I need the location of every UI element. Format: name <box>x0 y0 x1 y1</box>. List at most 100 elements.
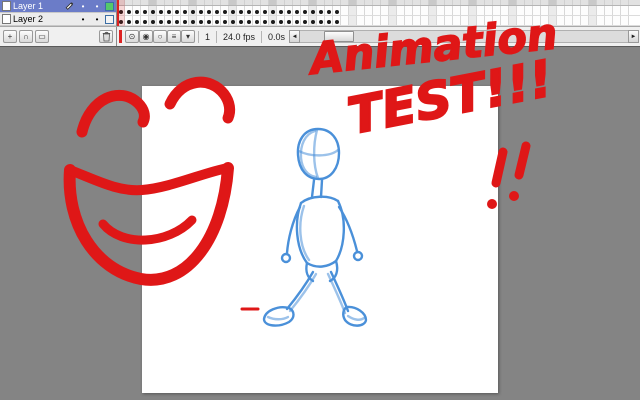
frame-cell[interactable] <box>589 16 597 25</box>
frame-cell[interactable] <box>205 6 213 15</box>
frame-cell[interactable] <box>525 16 533 25</box>
frame-cell[interactable] <box>405 16 413 25</box>
modify-onion-markers-button[interactable]: ▾ <box>181 30 195 44</box>
frame-cell[interactable] <box>277 16 285 25</box>
layer-row-2[interactable]: Layer 2 • • <box>0 13 116 26</box>
frame-cell[interactable] <box>197 6 205 15</box>
frame-cell[interactable] <box>181 6 189 15</box>
frame-cell[interactable] <box>541 6 549 15</box>
frame-cell[interactable] <box>477 16 485 25</box>
frame-cell[interactable] <box>597 6 605 15</box>
frame-cell[interactable] <box>309 16 317 25</box>
frame-cell[interactable] <box>405 6 413 15</box>
frame-cell[interactable] <box>469 6 477 15</box>
frame-cell[interactable] <box>333 16 341 25</box>
frame-cell[interactable] <box>141 6 149 15</box>
layer-outline-swatch[interactable] <box>105 14 114 24</box>
frame-cell[interactable] <box>173 16 181 25</box>
frame-cell[interactable] <box>373 6 381 15</box>
frame-cell[interactable] <box>389 16 397 25</box>
frame-cell[interactable] <box>517 6 525 15</box>
frame-cell[interactable] <box>565 16 573 25</box>
frame-cell[interactable] <box>373 16 381 25</box>
frame-cell[interactable] <box>317 16 325 25</box>
frame-cell[interactable] <box>605 16 613 25</box>
frame-cell[interactable] <box>509 6 517 15</box>
frame-cell[interactable] <box>493 16 501 25</box>
frame-cell[interactable] <box>341 16 349 25</box>
frame-cell[interactable] <box>461 16 469 25</box>
frame-cell[interactable] <box>445 16 453 25</box>
frame-cell[interactable] <box>501 16 509 25</box>
frame-cell[interactable] <box>205 16 213 25</box>
delete-layer-button[interactable] <box>99 30 113 44</box>
frame-cell[interactable] <box>133 6 141 15</box>
insert-layer-folder-button[interactable]: ▭ <box>35 30 49 44</box>
frame-cell[interactable] <box>245 6 253 15</box>
frame-cell[interactable] <box>293 6 301 15</box>
frame-cell[interactable] <box>413 6 421 15</box>
center-frame-button[interactable]: ⊙ <box>125 30 139 44</box>
frame-cell[interactable] <box>349 6 357 15</box>
visibility-dot[interactable]: • <box>77 14 89 25</box>
frame-cell[interactable] <box>173 6 181 15</box>
scroll-left-button[interactable]: ◄ <box>289 30 301 44</box>
frame-cell[interactable] <box>157 6 165 15</box>
frame-cell[interactable] <box>445 6 453 15</box>
lock-dot[interactable]: • <box>91 1 103 12</box>
frame-cell[interactable] <box>197 16 205 25</box>
frame-cell[interactable] <box>493 6 501 15</box>
frame-cell[interactable] <box>213 16 221 25</box>
frame-cell[interactable] <box>365 16 373 25</box>
frame-cell[interactable] <box>437 16 445 25</box>
frame-cell[interactable] <box>557 6 565 15</box>
frame-cell[interactable] <box>429 6 437 15</box>
frame-cell[interactable] <box>485 16 493 25</box>
frame-cell[interactable] <box>221 16 229 25</box>
insert-layer-button[interactable]: + <box>3 30 17 44</box>
frame-cell[interactable] <box>461 6 469 15</box>
frame-cell[interactable] <box>565 6 573 15</box>
frame-cell[interactable] <box>453 6 461 15</box>
frame-cell[interactable] <box>221 6 229 15</box>
frame-cell[interactable] <box>365 6 373 15</box>
frame-cell[interactable] <box>621 16 629 25</box>
frame-cell[interactable] <box>381 6 389 15</box>
scrollbar-track[interactable] <box>300 30 628 44</box>
frame-cell[interactable] <box>285 16 293 25</box>
playhead[interactable] <box>117 0 125 26</box>
frame-cell[interactable] <box>573 6 581 15</box>
layer-row-1[interactable]: Layer 1 • • <box>0 0 116 13</box>
frame-cell[interactable] <box>469 16 477 25</box>
frame-cell[interactable] <box>181 16 189 25</box>
frame-cell[interactable] <box>237 6 245 15</box>
frame-cell[interactable] <box>357 16 365 25</box>
onion-skin-button[interactable]: ◉ <box>139 30 153 44</box>
frame-cell[interactable] <box>621 6 629 15</box>
frame-cell[interactable] <box>229 16 237 25</box>
frame-cell[interactable] <box>581 6 589 15</box>
frame-cell[interactable] <box>613 16 621 25</box>
frame-cell[interactable] <box>325 16 333 25</box>
frame-cell[interactable] <box>317 6 325 15</box>
frame-cell[interactable] <box>293 16 301 25</box>
frame-cell[interactable] <box>533 16 541 25</box>
frame-cell[interactable] <box>125 16 133 25</box>
lock-dot[interactable]: • <box>91 14 103 25</box>
frame-cell[interactable] <box>285 6 293 15</box>
frame-cell[interactable] <box>533 6 541 15</box>
frame-cell[interactable] <box>349 16 357 25</box>
frame-cell[interactable] <box>525 6 533 15</box>
frame-cell[interactable] <box>269 6 277 15</box>
frame-cell[interactable] <box>189 6 197 15</box>
frame-cell[interactable] <box>261 6 269 15</box>
frame-cell[interactable] <box>189 16 197 25</box>
frame-cell[interactable] <box>573 16 581 25</box>
frame-cell[interactable] <box>397 6 405 15</box>
frame-cell[interactable] <box>501 6 509 15</box>
timeline-scrollbar[interactable]: ◄ ► <box>289 30 639 44</box>
scrollbar-thumb[interactable] <box>324 31 355 43</box>
layer-outline-swatch[interactable] <box>105 1 114 11</box>
frame-cell[interactable] <box>421 16 429 25</box>
frame-cell[interactable] <box>213 6 221 15</box>
